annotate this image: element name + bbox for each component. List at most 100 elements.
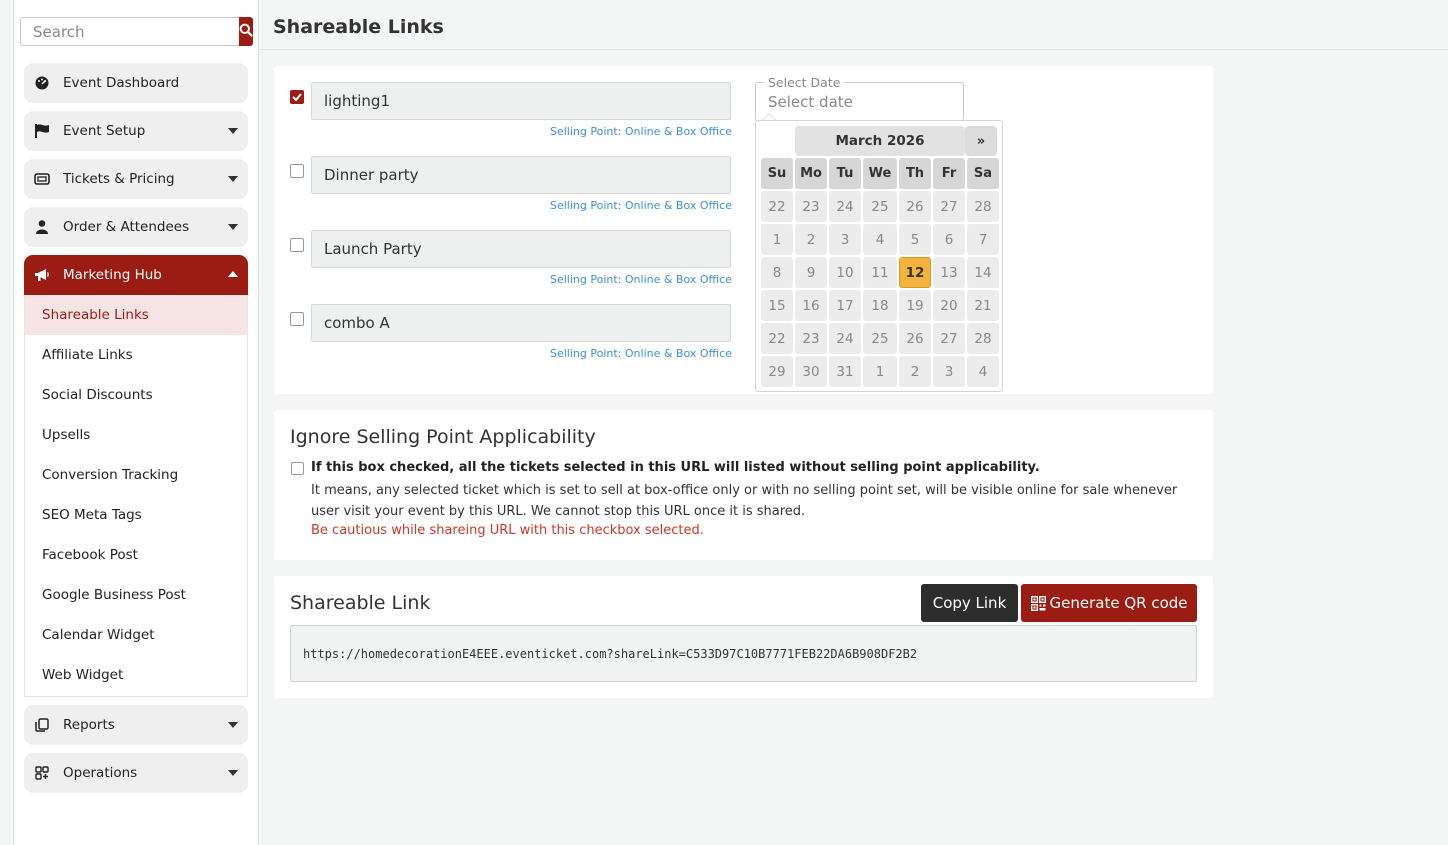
calendar-day[interactable]: 6: [933, 224, 965, 255]
submenu-social-discounts[interactable]: Social Discounts: [25, 375, 247, 415]
user-icon: [34, 219, 50, 235]
calendar-day[interactable]: 17: [829, 290, 861, 321]
calendar-day[interactable]: 22: [761, 323, 793, 354]
calendar-day[interactable]: 26: [899, 323, 931, 354]
calendar-day[interactable]: 14: [967, 257, 999, 288]
calendar-weekday: We: [863, 158, 897, 189]
flag-icon: [34, 123, 50, 139]
ticket-checkbox[interactable]: [290, 164, 304, 178]
submenu-web-widget[interactable]: Web Widget: [25, 655, 247, 695]
nav-tickets-pricing[interactable]: Tickets & Pricing: [24, 159, 248, 199]
submenu-conversion-tracking[interactable]: Conversion Tracking: [25, 455, 247, 495]
calendar-day-today[interactable]: 12: [899, 257, 931, 288]
calendar-day[interactable]: 24: [829, 323, 861, 354]
calendar-day[interactable]: 4: [863, 224, 897, 255]
calendar-day[interactable]: 19: [899, 290, 931, 321]
calendar-day[interactable]: 29: [761, 356, 793, 387]
calendar-next-button[interactable]: »: [965, 126, 997, 156]
copy-link-button[interactable]: Copy Link: [921, 584, 1018, 622]
calendar-day[interactable]: 31: [829, 356, 861, 387]
ticket-name-field[interactable]: combo A: [311, 304, 731, 342]
calendar-day[interactable]: 20: [933, 290, 965, 321]
ticket-icon: [34, 171, 50, 187]
calendar-day[interactable]: 23: [795, 191, 827, 222]
nav-operations[interactable]: Operations: [24, 753, 248, 793]
calendar-day[interactable]: 24: [829, 191, 861, 222]
ticket-name-field[interactable]: Dinner party: [311, 156, 731, 194]
calendar-day[interactable]: 7: [967, 224, 999, 255]
search-bar: [20, 17, 253, 46]
calendar-day[interactable]: 28: [967, 191, 999, 222]
selling-point-label: Selling Point: Online & Box Office: [550, 273, 732, 286]
ticket-checkbox[interactable]: [290, 90, 304, 104]
calendar-day[interactable]: 16: [795, 290, 827, 321]
ticket-checkbox[interactable]: [290, 312, 304, 326]
date-field-placeholder: Select date: [768, 93, 853, 111]
calendar-day[interactable]: 1: [761, 224, 793, 255]
marketing-submenu: Shareable Links Affiliate Links Social D…: [24, 295, 248, 697]
shareable-link-card: Shareable Link Copy Link Generate QR cod…: [274, 576, 1213, 698]
qr-code-icon: [1030, 595, 1046, 611]
ticket-name-field[interactable]: Launch Party: [311, 230, 731, 268]
submenu-affiliate-links[interactable]: Affiliate Links: [25, 335, 247, 375]
calendar-day[interactable]: 27: [933, 323, 965, 354]
submenu-upsells[interactable]: Upsells: [25, 415, 247, 455]
submenu-facebook-post[interactable]: Facebook Post: [25, 535, 247, 575]
ticket-checkbox[interactable]: [290, 238, 304, 252]
calendar-day[interactable]: 9: [795, 257, 827, 288]
date-field-legend: Select Date: [765, 75, 844, 90]
page-title: Shareable Links: [273, 16, 444, 38]
shareable-url-field[interactable]: https://homedecorationE4EEE.eventicket.c…: [290, 625, 1197, 682]
nav-event-dashboard[interactable]: Event Dashboard: [24, 63, 248, 103]
calendar-day[interactable]: 28: [967, 323, 999, 354]
calendar-day[interactable]: 10: [829, 257, 861, 288]
submenu-seo-meta-tags[interactable]: SEO Meta Tags: [25, 495, 247, 535]
calendar-day[interactable]: 27: [933, 191, 965, 222]
divider: [259, 49, 1448, 50]
calendar-day[interactable]: 13: [933, 257, 965, 288]
calendar-day[interactable]: 1: [863, 356, 897, 387]
nav-label: Operations: [63, 765, 138, 781]
ignore-selling-point-checkbox[interactable]: [291, 462, 304, 475]
calendar-day[interactable]: 22: [761, 191, 793, 222]
ticket-name-field[interactable]: lighting1: [311, 82, 731, 120]
section-heading: Ignore Selling Point Applicability: [290, 426, 596, 448]
calendar-day[interactable]: 15: [761, 290, 793, 321]
ignore-selling-point-card: Ignore Selling Point Applicability If th…: [274, 410, 1213, 560]
calendar-month-label[interactable]: March 2026: [795, 126, 965, 156]
search-input[interactable]: [20, 17, 239, 46]
calendar-day[interactable]: 23: [795, 323, 827, 354]
submenu-google-business-post[interactable]: Google Business Post: [25, 575, 247, 615]
calendar-day[interactable]: 18: [863, 290, 897, 321]
nav-label: Marketing Hub: [63, 267, 162, 283]
calendar-day[interactable]: 2: [795, 224, 827, 255]
nav-marketing-hub[interactable]: Marketing Hub: [24, 255, 248, 295]
calendar-day[interactable]: 2: [899, 356, 931, 387]
selling-point-label: Selling Point: Online & Box Office: [550, 199, 732, 212]
generate-qr-button[interactable]: Generate QR code: [1021, 584, 1197, 622]
ignore-description: It means, any selected ticket which is s…: [311, 483, 1178, 519]
nav-event-setup[interactable]: Event Setup: [24, 111, 248, 151]
submenu-shareable-links[interactable]: Shareable Links: [25, 295, 247, 335]
calendar-weekday: Tu: [829, 158, 861, 189]
calendar-day[interactable]: 21: [967, 290, 999, 321]
calendar-day[interactable]: 25: [863, 191, 897, 222]
calendar-day[interactable]: 4: [967, 356, 999, 387]
nav-label: Event Setup: [63, 123, 146, 139]
calendar-grid: Su Mo Tu We Th Fr Sa 22 23 24 25 26 27 28 1 2 3 4 5 6 7 8 9 10 1…: [761, 158, 999, 387]
submenu-calendar-widget[interactable]: Calendar Widget: [25, 615, 247, 655]
calendar-day[interactable]: 3: [829, 224, 861, 255]
caret-down-icon: [228, 224, 238, 230]
search-button[interactable]: [239, 17, 253, 46]
calendar-day[interactable]: 25: [863, 323, 897, 354]
nav-reports[interactable]: Reports: [24, 705, 248, 745]
date-select-field[interactable]: Select Date Select date: [755, 75, 964, 121]
calendar-day[interactable]: 3: [933, 356, 965, 387]
calendar-day[interactable]: 5: [899, 224, 931, 255]
calendar-day[interactable]: 30: [795, 356, 827, 387]
calendar-day[interactable]: 26: [899, 191, 931, 222]
calendar-day[interactable]: 11: [863, 257, 897, 288]
nav-order-attendees[interactable]: Order & Attendees: [24, 207, 248, 247]
calendar-day[interactable]: 8: [761, 257, 793, 288]
caret-down-icon: [228, 128, 238, 134]
